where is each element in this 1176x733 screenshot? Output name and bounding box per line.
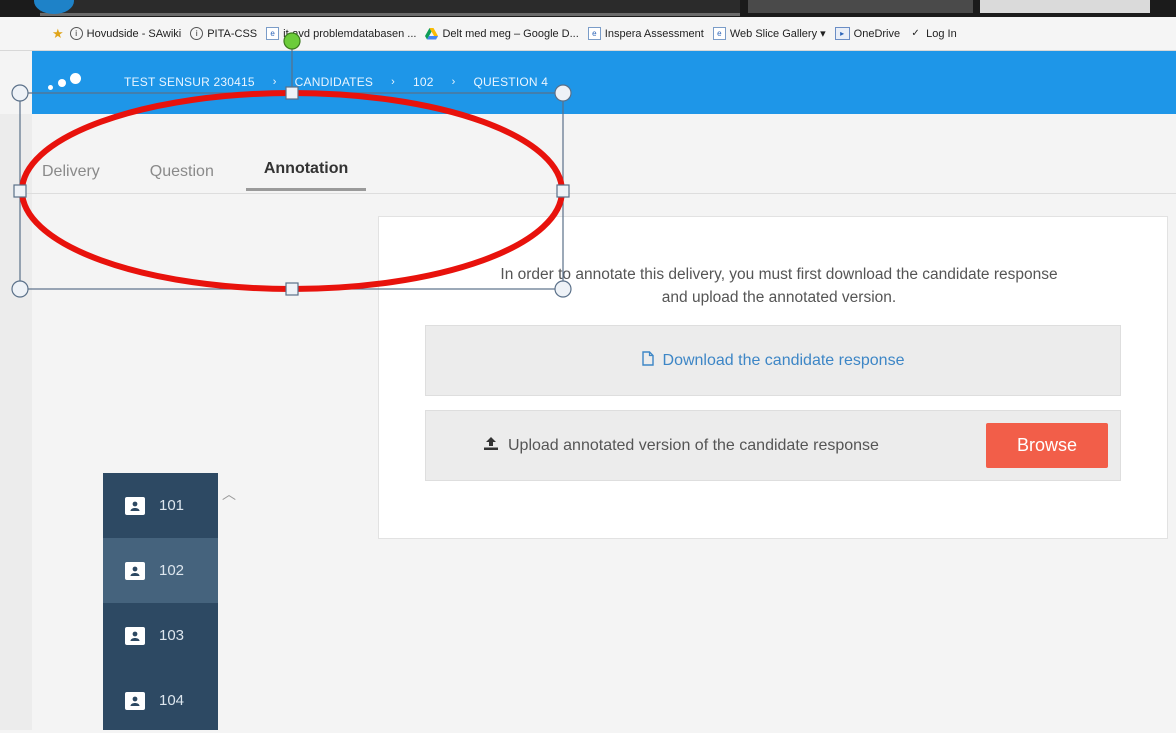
candidate-list: 101 102 103 104 [103,473,218,730]
candidate-id: 102 [159,562,185,579]
edge-resize-handle[interactable] [13,184,27,198]
upload-label: Upload annotated version of the candidat… [508,436,879,454]
onedrive-icon: ▸ [834,27,850,40]
favorite-link-web-slice-gallery[interactable]: e Web Slice Gallery ▾ [712,27,826,40]
favorite-label: it-avd problemdatabasen ... [283,27,417,40]
favorite-link-onedrive[interactable]: ▸ OneDrive [834,27,901,40]
breadcrumb-separator: › [391,76,395,88]
candidate-item-101[interactable]: 101 [103,473,218,538]
corner-resize-handle[interactable] [11,84,29,102]
download-candidate-response-link[interactable]: Download the candidate response [425,325,1121,396]
breadcrumb-exam[interactable]: TEST SENSUR 230415 [124,75,255,89]
info-circle-icon: i [190,27,204,40]
browser-tab[interactable] [748,0,973,13]
breadcrumb-question[interactable]: QUESTION 4 [473,75,548,89]
tabs-divider [24,193,1176,194]
annotation-panel: In order to annotate this delivery, you … [378,216,1168,539]
favorite-link-sawiki[interactable]: i Hovudside - SAwiki [69,27,182,40]
browser-tab[interactable] [980,0,1150,13]
breadcrumb-candidates[interactable]: CANDIDATES [295,75,373,89]
ie-page-icon: e [587,27,601,40]
edge-resize-handle[interactable] [285,86,299,100]
upload-label-group: Upload annotated version of the candidat… [484,411,879,480]
annotation-instructions: In order to annotate this delivery, you … [419,263,1139,309]
favorite-label: OneDrive [853,27,901,40]
user-icon [125,561,145,580]
user-icon [125,626,145,645]
corner-resize-handle[interactable] [11,280,29,298]
user-icon [125,496,145,515]
browse-button[interactable]: Browse [986,423,1108,468]
favorite-label: Hovudside - SAwiki [86,27,182,40]
breadcrumb-separator: › [272,76,277,88]
checkmark-icon: ✓ [911,28,920,39]
tab-delivery[interactable]: Delivery [24,155,118,191]
breadcrumb-separator: › [451,76,456,88]
candidate-id: 101 [159,497,185,514]
candidate-item-102[interactable]: 102 [103,538,218,603]
favorite-label: Web Slice Gallery ▾ [729,28,826,40]
candidate-id: 103 [159,627,185,644]
left-gutter [0,114,32,730]
favorite-link-google-drive[interactable]: Delt med meg – Google D... [425,27,579,40]
download-label: Download the candidate response [662,351,905,369]
tab-question[interactable]: Question [132,155,232,191]
tab-annotation[interactable]: Annotation [245,152,367,191]
corner-resize-handle[interactable] [554,280,572,298]
info-circle-icon: i [69,27,83,40]
edge-resize-handle[interactable] [285,282,299,296]
list-scroll-up-icon[interactable]: ︿ [222,484,236,504]
google-drive-icon [425,27,439,40]
app-header: TEST SENSUR 230415 › CANDIDATES › 102 › … [32,51,1176,114]
instructions-line: In order to annotate this delivery, you … [500,266,1058,283]
favorite-label: Inspera Assessment [604,27,704,40]
candidate-id: 104 [159,692,185,709]
instructions-line: and upload the annotated version. [661,289,897,306]
breadcrumb-candidate[interactable]: 102 [413,75,434,89]
favorite-label: PITA-CSS [207,27,258,40]
favorite-link-pita-css[interactable]: i PITA-CSS [190,27,257,40]
browser-tab-strip [0,0,1176,17]
view-tabs: Delivery Question Annotation [24,152,380,191]
favorite-label: Log In [926,27,957,40]
browser-tab[interactable] [40,0,740,16]
favorite-label: Delt med meg – Google D... [442,27,579,40]
breadcrumb: TEST SENSUR 230415 › CANDIDATES › 102 › … [124,75,548,89]
favorite-link-login[interactable]: ✓ Log In [909,27,957,40]
favorites-star-icon[interactable]: ★ [52,26,64,42]
inspera-logo-icon[interactable] [46,65,86,95]
favorites-bar: ★ i Hovudside - SAwiki i PITA-CSS e it-a… [0,17,1176,51]
ie-page-icon: e [266,27,280,40]
ie-page-icon: e [712,27,726,40]
candidate-item-104[interactable]: 104 [103,668,218,733]
rotate-handle[interactable] [283,32,301,50]
edge-resize-handle[interactable] [556,184,570,198]
upload-annotated-response: Upload annotated version of the candidat… [425,410,1121,481]
candidate-item-103[interactable]: 103 [103,603,218,668]
corner-resize-handle[interactable] [554,84,572,102]
user-icon [125,691,145,710]
favorite-link-inspera[interactable]: e Inspera Assessment [587,27,704,40]
document-icon [641,351,654,370]
upload-icon [484,437,498,454]
